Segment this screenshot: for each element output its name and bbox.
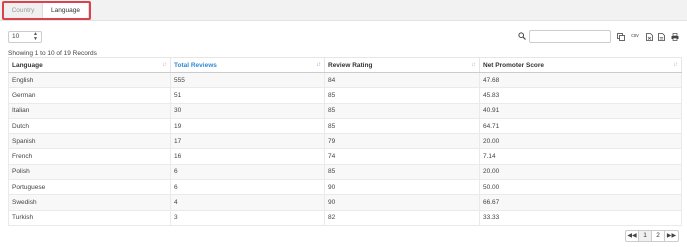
pagination: ◀◀ 1 2 ▶▶ — [625, 230, 679, 242]
sort-desc-icon: ↓↑ — [316, 62, 321, 68]
pdf-file-icon — [658, 33, 665, 41]
cell-review-rating: 90 — [324, 194, 480, 211]
double-chevron-right-icon[interactable]: ▶▶ — [665, 231, 678, 241]
cell-nps: 40.91 — [479, 102, 682, 119]
cell-review-rating: 79 — [324, 133, 480, 150]
cell-nps: 64.71 — [479, 117, 682, 135]
table-row: Dutch 19 85 64.71 — [8, 117, 682, 135]
cell-nps: 7.14 — [479, 148, 682, 165]
column-header-language[interactable]: Language ↓↑ — [8, 57, 171, 73]
table-row: Turkish 3 82 33.33 — [8, 209, 682, 226]
column-header-label: Total Reviews — [174, 61, 217, 69]
cell-nps: 20.00 — [479, 133, 682, 150]
cell-review-rating: 85 — [324, 163, 480, 181]
cell-nps: 33.33 — [479, 209, 682, 226]
double-chevron-left-icon[interactable]: ◀◀ — [626, 231, 639, 241]
column-header-label: Language — [12, 61, 43, 69]
cell-language: German — [8, 87, 171, 104]
cell-review-rating: 74 — [324, 148, 480, 165]
cell-total-reviews: 16 — [170, 148, 325, 165]
cell-review-rating: 84 — [324, 71, 480, 89]
cell-language: Turkish — [8, 209, 171, 226]
cell-total-reviews: 17 — [170, 133, 325, 150]
cell-nps: 45.83 — [479, 87, 682, 104]
cell-language: Spanish — [8, 133, 171, 150]
cell-review-rating: 85 — [324, 87, 480, 104]
excel-button[interactable] — [644, 31, 655, 42]
column-header-total-reviews[interactable]: Total Reviews ↓↑ — [170, 57, 325, 73]
print-icon — [671, 33, 679, 41]
cell-language: French — [8, 148, 171, 165]
search-input[interactable] — [529, 30, 611, 43]
table-row: English 555 84 47.68 — [8, 71, 682, 89]
column-header-net-promoter-score[interactable]: Net Promoter Score ↓↑ — [479, 57, 682, 73]
tab-country[interactable]: Country — [4, 3, 42, 18]
cell-nps: 66.67 — [479, 194, 682, 211]
cell-nps: 20.00 — [479, 163, 682, 181]
cell-review-rating: 85 — [324, 102, 480, 119]
tab-group: Country Language — [2, 1, 91, 20]
cell-total-reviews: 4 — [170, 194, 325, 211]
table-row: Italian 30 85 40.91 — [8, 102, 682, 119]
cell-language: Dutch — [8, 117, 171, 135]
cell-review-rating: 85 — [324, 117, 480, 135]
select-arrows-icon: ▲ ▼ — [33, 31, 38, 42]
cell-nps: 50.00 — [479, 179, 682, 196]
cell-language: Italian — [8, 102, 171, 119]
table-row: Portuguese 6 90 50.00 — [8, 179, 682, 196]
cell-total-reviews: 30 — [170, 102, 325, 119]
sort-icon: ↓↑ — [162, 62, 167, 68]
column-header-review-rating[interactable]: Review Rating ↓↑ — [324, 57, 480, 73]
cell-total-reviews: 6 — [170, 179, 325, 196]
column-header-label: Review Rating — [328, 61, 373, 69]
page-button-1[interactable]: 1 — [639, 231, 652, 241]
csv-button[interactable]: csv — [628, 31, 642, 42]
cell-total-reviews: 3 — [170, 209, 325, 226]
cell-review-rating: 90 — [324, 179, 480, 196]
cell-total-reviews: 19 — [170, 117, 325, 135]
copy-icon — [617, 33, 625, 41]
table-row: Spanish 17 79 20.00 — [8, 133, 682, 150]
sort-icon: ↓↑ — [673, 62, 678, 68]
cell-nps: 47.68 — [479, 71, 682, 89]
print-button[interactable] — [669, 31, 680, 42]
page-length-select[interactable]: 10 ▲ ▼ — [8, 31, 42, 43]
cell-total-reviews: 51 — [170, 87, 325, 104]
sort-icon: ↓↑ — [471, 62, 476, 68]
top-tab-bar: Country Language — [0, 0, 687, 21]
cell-language: Swedish — [8, 194, 171, 211]
data-table: Language ↓↑ Total Reviews ↓↑ Review Rating… — [8, 57, 682, 226]
cell-review-rating: 82 — [324, 209, 480, 226]
page-length-value: 10 — [12, 33, 20, 40]
search-icon — [518, 32, 526, 40]
copy-button[interactable] — [615, 31, 626, 42]
cell-total-reviews: 6 — [170, 163, 325, 181]
cell-total-reviews: 555 — [170, 71, 325, 89]
table-row: Polish 6 85 20.00 — [8, 163, 682, 181]
page-button-2[interactable]: 2 — [652, 231, 665, 241]
cell-language: Portuguese — [8, 179, 171, 196]
table-header-row: Language ↓↑ Total Reviews ↓↑ Review Rating… — [8, 57, 682, 73]
table-row: French 16 74 7.14 — [8, 148, 682, 165]
cell-language: Polish — [8, 163, 171, 181]
column-header-label: Net Promoter Score — [483, 61, 545, 69]
cell-language: English — [8, 71, 171, 89]
tab-language[interactable]: Language — [42, 3, 89, 18]
excel-file-icon — [646, 33, 653, 41]
records-info: Showing 1 to 10 of 19 Records — [8, 50, 97, 57]
table-row: German 51 85 45.83 — [8, 87, 682, 104]
table-row: Swedish 4 90 66.67 — [8, 194, 682, 211]
pdf-button[interactable] — [656, 31, 667, 42]
